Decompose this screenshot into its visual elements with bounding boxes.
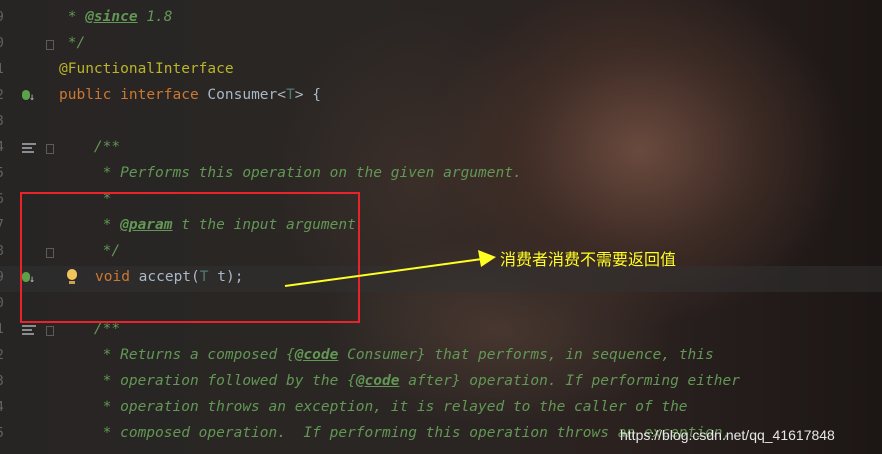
code-editor[interactable]: 9 * @since 1.8 0 */ 1 @FunctionalInterfa… — [0, 0, 882, 454]
callout-arrow-icon — [284, 250, 496, 287]
watermark-url: https://blog.csdn.net/qq_41617848 — [620, 427, 835, 443]
callout-text: 消费者消费不需要返回值 — [500, 250, 677, 269]
